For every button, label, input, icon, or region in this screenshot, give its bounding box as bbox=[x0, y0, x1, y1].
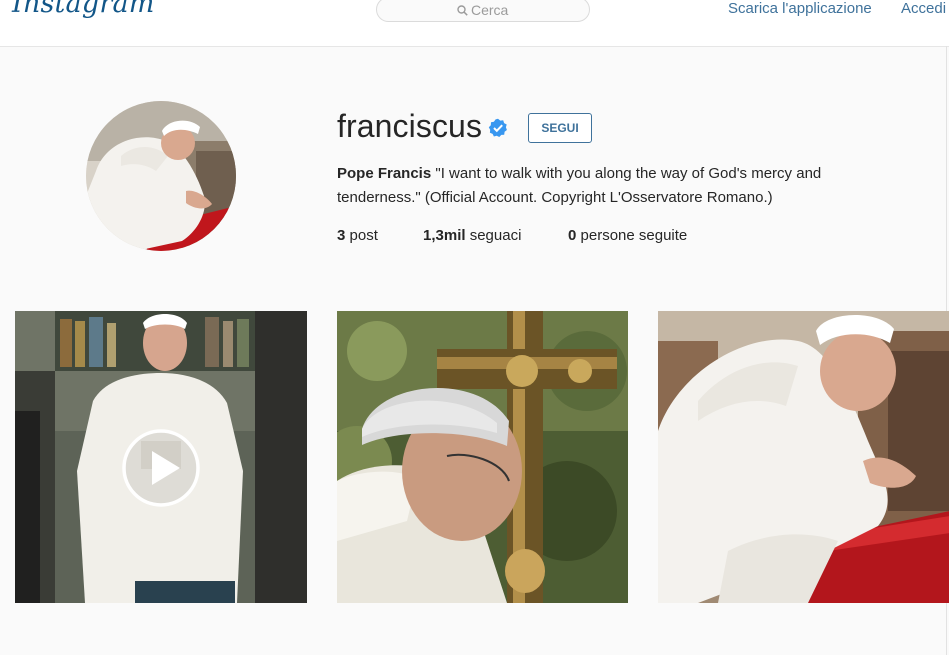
posts-label: post bbox=[345, 227, 378, 244]
post-thumbnail-prayer[interactable] bbox=[658, 311, 949, 603]
search-box[interactable] bbox=[376, 0, 590, 22]
follow-button[interactable]: SEGUI bbox=[528, 113, 592, 143]
play-icon bbox=[122, 429, 200, 507]
following-count-stat[interactable]: 0 persone seguite bbox=[568, 227, 687, 244]
verified-badge-icon bbox=[488, 118, 507, 137]
login-link[interactable]: Accedi bbox=[901, 0, 946, 17]
profile-username: franciscus bbox=[337, 108, 483, 144]
followers-label: seguaci bbox=[465, 227, 522, 244]
profile-bio: Pope Francis "I want to walk with you al… bbox=[337, 162, 897, 210]
avatar-image bbox=[86, 101, 236, 251]
post-thumbnail-video[interactable] bbox=[15, 311, 307, 603]
followers-count-stat[interactable]: 1,3mil seguaci bbox=[423, 227, 521, 244]
post-thumbnail-cross[interactable] bbox=[337, 311, 628, 603]
search-icon bbox=[457, 5, 468, 16]
following-label: persone seguite bbox=[576, 227, 688, 244]
posts-count-stat: 3 post bbox=[337, 227, 378, 244]
instagram-logo[interactable]: Instagram bbox=[12, 0, 155, 19]
search-input[interactable] bbox=[471, 2, 581, 18]
profile-full-name: Pope Francis bbox=[337, 165, 432, 182]
post-image-cross bbox=[337, 311, 628, 603]
followers-count: 1,3mil bbox=[423, 227, 466, 244]
download-app-link[interactable]: Scarica l'applicazione bbox=[728, 0, 872, 17]
top-navigation-bar: Instagram Scarica l'applicazione Accedi bbox=[0, 0, 949, 47]
profile-avatar bbox=[86, 101, 236, 251]
post-image-prayer bbox=[658, 311, 949, 603]
